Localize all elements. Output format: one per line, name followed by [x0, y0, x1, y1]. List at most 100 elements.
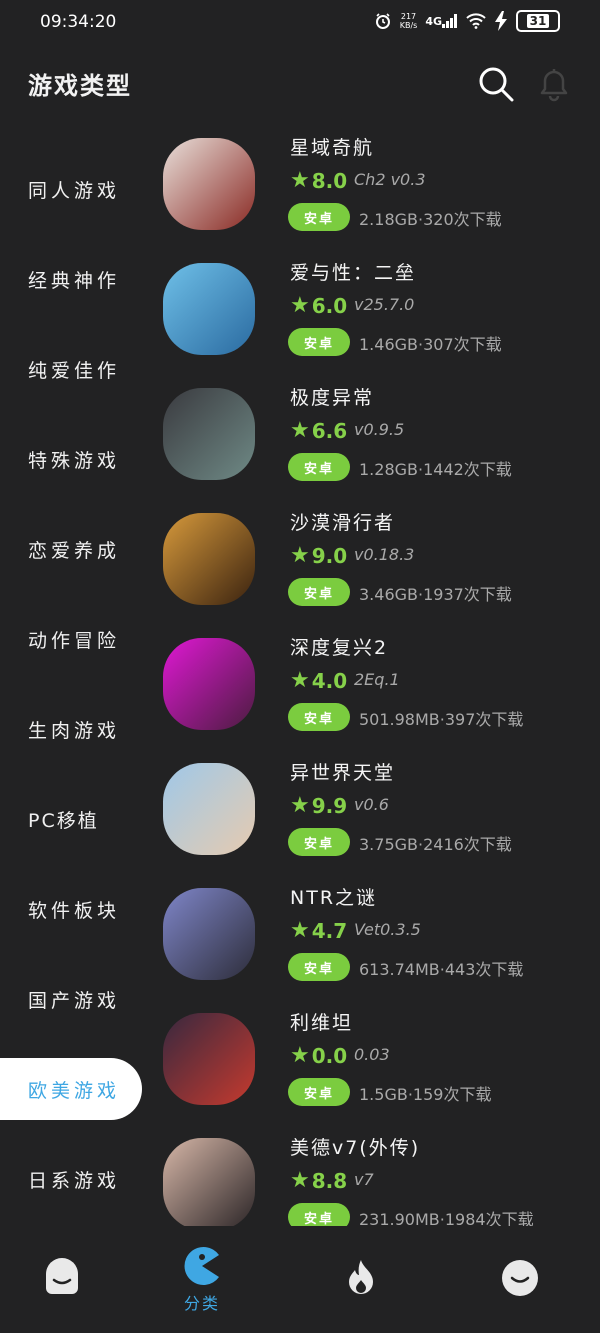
nav-profile[interactable] [490, 1258, 550, 1298]
game-version: v7 [354, 1170, 374, 1189]
game-thumbnail[interactable] [163, 1013, 255, 1105]
game-thumbnail[interactable] [163, 263, 255, 355]
game-score: 9.0 [311, 543, 348, 568]
game-thumbnail[interactable] [163, 763, 255, 855]
game-title: 美德v7(外传) [290, 1137, 421, 1159]
sidebar-item-label: 经典神作 [28, 269, 121, 292]
sidebar-item-dongzuo[interactable]: 动作冒险 [0, 608, 142, 670]
game-title: 利维坦 [290, 1012, 354, 1034]
game-rating: ★ 6.0 [290, 293, 347, 318]
sidebar-item-ruanjian[interactable]: 软件板块 [0, 878, 142, 940]
game-score: 0.0 [311, 1043, 348, 1068]
game-rating: ★ 0.0 [290, 1043, 347, 1068]
game-rating: ★ 4.7 [290, 918, 347, 943]
game-title: 极度异常 [290, 387, 375, 409]
game-thumbnail[interactable] [163, 638, 255, 730]
game-rating: ★ 8.0 [290, 168, 347, 193]
search-button[interactable] [476, 64, 516, 104]
game-meta: 3.46GB·1937次下载 [359, 585, 512, 604]
sidebar-item-label: 特殊游戏 [28, 449, 121, 472]
sidebar-item-label: 生肉游戏 [28, 719, 121, 742]
star-icon: ★ [290, 168, 310, 193]
game-row[interactable]: 爱与性：二垒 ★ 6.0 v25.7.0 安卓 1.46GB·307次下载 [160, 253, 600, 378]
star-icon: ★ [290, 1168, 310, 1193]
game-thumbnail[interactable] [163, 888, 255, 980]
flame-icon [349, 1260, 373, 1294]
game-score: 6.6 [311, 418, 348, 443]
nav-category-label: 分类 [183, 1294, 220, 1313]
game-score: 9.9 [311, 793, 348, 818]
game-thumbnail[interactable] [163, 1138, 255, 1226]
game-score: 6.0 [311, 293, 348, 318]
game-rating: ★ 8.8 [290, 1168, 347, 1193]
game-version: 0.03 [354, 1045, 390, 1064]
game-row[interactable]: 异世界天堂 ★ 9.9 v0.6 安卓 3.75GB·2416次下载 [160, 753, 600, 878]
platform-badge: 安卓 [288, 828, 350, 856]
game-meta: 3.75GB·2416次下载 [359, 835, 512, 854]
game-meta: 613.74MB·443次下载 [359, 960, 524, 979]
notification-button[interactable] [534, 64, 574, 104]
status-bar: 09:34:20 217 KB/s 4G 31 [0, 0, 600, 48]
game-row[interactable]: 星域奇航 ★ 8.0 Ch2 v0.3 安卓 2.18GB·320次下载 [160, 128, 600, 253]
game-title: 星域奇航 [290, 137, 375, 159]
nav-home[interactable] [32, 1258, 92, 1298]
game-thumbnail[interactable] [163, 513, 255, 605]
game-version: Vet0.3.5 [354, 920, 421, 939]
game-meta: 231.90MB·1984次下载 [359, 1210, 534, 1226]
game-title: NTR之谜 [290, 887, 378, 909]
game-version: v0.9.5 [354, 420, 405, 439]
game-meta: 2.18GB·320次下载 [359, 210, 502, 229]
game-thumbnail[interactable] [163, 388, 255, 480]
sidebar-item-pc[interactable]: PC移植 [0, 788, 142, 850]
game-score: 8.0 [311, 168, 348, 193]
sidebar-item-guochan[interactable]: 国产游戏 [0, 968, 142, 1030]
sidebar-item-label: 软件板块 [28, 899, 121, 922]
game-rating: ★ 9.9 [290, 793, 347, 818]
sidebar-item-label: 日系游戏 [28, 1169, 121, 1192]
game-rating: ★ 9.0 [290, 543, 347, 568]
game-title: 爱与性：二垒 [290, 262, 417, 284]
sidebar-item-oumei[interactable]: 欧美游戏 [0, 1058, 142, 1120]
sidebar-item-label: 动作冒险 [28, 629, 121, 652]
star-icon: ★ [290, 668, 310, 693]
game-meta: 1.5GB·159次下载 [359, 1085, 492, 1104]
nav-hot[interactable] [331, 1258, 391, 1298]
sidebar-item-teshu[interactable]: 特殊游戏 [0, 428, 142, 490]
platform-badge: 安卓 [288, 953, 350, 981]
game-row[interactable]: 沙漠滑行者 ★ 9.0 v0.18.3 安卓 3.46GB·1937次下载 [160, 503, 600, 628]
bell-icon [540, 69, 568, 102]
game-row[interactable]: NTR之谜 ★ 4.7 Vet0.3.5 安卓 613.74MB·443次下载 [160, 878, 600, 1003]
platform-badge: 安卓 [288, 453, 350, 481]
game-row[interactable]: 极度异常 ★ 6.6 v0.9.5 安卓 1.28GB·1442次下载 [160, 378, 600, 503]
game-row[interactable]: 利维坦 ★ 0.0 0.03 安卓 1.5GB·159次下载 [160, 1003, 600, 1128]
game-thumbnail[interactable] [163, 138, 255, 230]
status-time: 09:34:20 [40, 12, 117, 32]
game-score: 8.8 [311, 1168, 348, 1193]
star-icon: ★ [290, 543, 310, 568]
game-row[interactable]: 深度复兴2 ★ 4.0 2Eq.1 安卓 501.98MB·397次下载 [160, 628, 600, 753]
sidebar-item-shengrou[interactable]: 生肉游戏 [0, 698, 142, 760]
platform-badge: 安卓 [288, 703, 350, 731]
star-icon: ★ [290, 293, 310, 318]
game-meta: 1.28GB·1442次下载 [359, 460, 512, 479]
game-row[interactable]: 美德v7(外传) ★ 8.8 v7 安卓 231.90MB·1984次下载 [160, 1128, 600, 1226]
sidebar-item-jingdian[interactable]: 经典神作 [0, 248, 142, 310]
game-title: 沙漠滑行者 [290, 512, 396, 534]
game-score: 4.0 [311, 668, 348, 693]
game-list: 星域奇航 ★ 8.0 Ch2 v0.3 安卓 2.18GB·320次下载 爱与性：… [160, 128, 600, 1226]
battery-icon: 31 [516, 10, 560, 32]
sidebar-item-chunai[interactable]: 纯爱佳作 [0, 338, 142, 400]
game-version: v0.18.3 [354, 545, 415, 564]
sidebar-item-label: 欧美游戏 [28, 1079, 121, 1102]
net-speed-unit: KB/s [399, 21, 418, 30]
search-icon [479, 67, 514, 102]
category-icon [184, 1247, 219, 1285]
net-speed: 217 KB/s [400, 12, 418, 30]
game-rating: ★ 4.0 [290, 668, 347, 693]
sidebar-item-rixi[interactable]: 日系游戏 [0, 1148, 142, 1210]
game-title: 深度复兴2 [290, 637, 389, 659]
platform-badge: 安卓 [288, 328, 350, 356]
nav-category[interactable]: 分类 [172, 1246, 232, 1314]
sidebar-item-lianai[interactable]: 恋爱养成 [0, 518, 142, 580]
sidebar-item-tongren[interactable]: 同人游戏 [0, 158, 142, 220]
